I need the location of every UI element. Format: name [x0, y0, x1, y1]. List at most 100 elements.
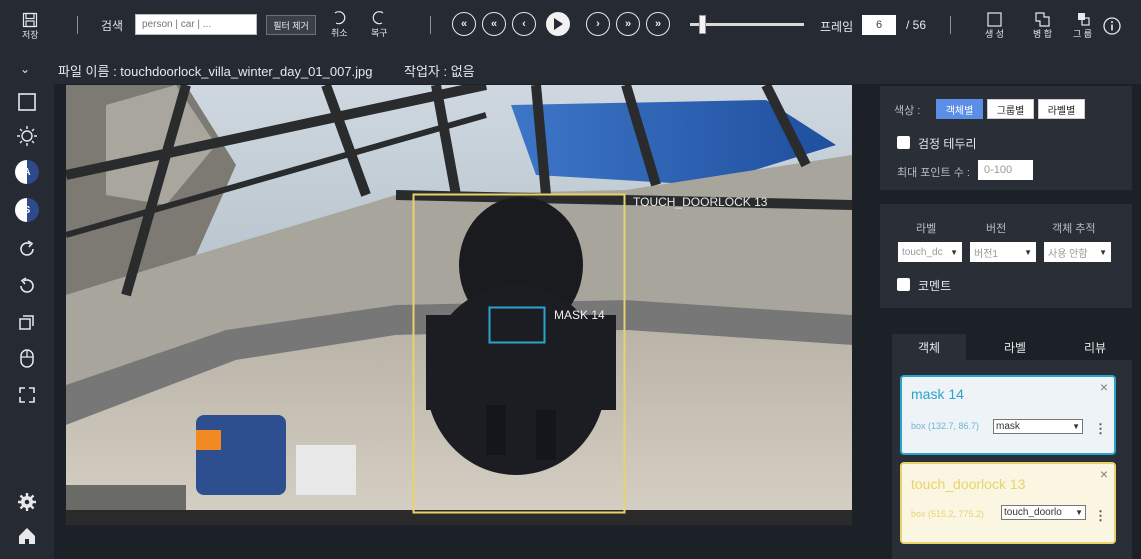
chevron-down-icon: ▼	[1024, 247, 1032, 257]
color-by-group-button[interactable]: 그룹별	[987, 99, 1034, 119]
frame-label: 프레임	[820, 20, 854, 34]
undo-button[interactable]: 취소	[331, 10, 348, 38]
group-button[interactable]: 그 룹	[1073, 12, 1092, 39]
copy-layers-icon	[19, 315, 34, 330]
label-header: 라벨	[916, 223, 937, 235]
home-button[interactable]	[15, 524, 39, 548]
display-settings-panel: 색상 : 객체별 그룹별 라벨별 검정 테두리 최대 포인트 수 : 0-100	[880, 86, 1132, 190]
rewind-double-icon: «	[460, 18, 468, 30]
redo-button[interactable]: 복구	[371, 10, 388, 38]
rotate-cw-button[interactable]	[15, 237, 39, 261]
search-input[interactable]	[135, 14, 257, 35]
play-icon	[554, 18, 563, 30]
fast-backward-icon: «	[490, 18, 498, 30]
next-10-frames-button[interactable]: »	[616, 12, 640, 36]
create-label: 생 성	[985, 29, 1005, 39]
frame-number-input[interactable]: 6	[862, 15, 896, 35]
left-toolbar: A S	[0, 84, 54, 559]
play-button[interactable]	[546, 12, 570, 36]
prev-frame-button[interactable]: ‹	[512, 12, 536, 36]
redo-label: 복구	[371, 28, 388, 38]
comment-checkbox[interactable]	[897, 278, 910, 291]
version-select[interactable]: 버전1 ▼	[970, 242, 1036, 262]
save-icon	[23, 12, 38, 28]
prev-10-frames-button[interactable]: «	[482, 12, 506, 36]
close-icon[interactable]: ×	[1100, 379, 1108, 395]
info-icon	[1103, 17, 1121, 35]
save-label: 저장	[22, 30, 39, 40]
merge-label: 병 합	[1033, 29, 1053, 39]
select-mode-label: S	[23, 204, 31, 216]
first-frame-button[interactable]: «	[452, 12, 476, 36]
mask-box-label: MASK 14	[554, 308, 605, 322]
object-box-coords: box (515.2, 775.2)	[911, 509, 985, 519]
tab-review[interactable]: 리뷰	[1058, 334, 1132, 360]
info-button[interactable]	[1103, 17, 1121, 40]
object-box-coords: box (132.7, 86.7)	[911, 421, 980, 431]
mouse-icon	[20, 349, 34, 368]
tab-labels[interactable]: 라벨	[978, 334, 1052, 360]
black-border-label: 검정 테두리	[918, 137, 977, 151]
close-icon[interactable]: ×	[1100, 466, 1108, 482]
divider	[77, 16, 78, 34]
tracking-select[interactable]: 사용 안함 ▼	[1044, 242, 1111, 262]
select-mode-button[interactable]: S	[15, 198, 39, 222]
fullscreen-button[interactable]	[15, 383, 39, 407]
next-frame-button[interactable]: ›	[586, 12, 610, 36]
annotation-overlay	[412, 193, 626, 514]
group-icon	[1078, 13, 1090, 26]
color-by-label-button[interactable]: 라벨별	[1038, 99, 1085, 119]
auto-mode-button[interactable]: A	[15, 160, 39, 184]
author: 작업자 : 없음	[404, 64, 475, 79]
right-panel: 색상 : 객체별 그룹별 라벨별 검정 테두리 최대 포인트 수 : 0-100…	[880, 84, 1141, 559]
gear-icon	[18, 493, 36, 511]
frame-slider-track[interactable]	[690, 23, 804, 26]
max-points-input[interactable]: 0-100	[978, 160, 1033, 180]
frame-slider-thumb[interactable]	[698, 15, 706, 34]
object-card-mask[interactable]: mask 14 × box (132.7, 86.7) mask ▼ ⋮	[900, 375, 1116, 455]
object-card-touch-doorlock[interactable]: touch_doorlock 13 × box (515.2, 775.2) t…	[900, 462, 1116, 544]
create-button[interactable]: 생 성	[985, 12, 1004, 39]
chevron-down-icon[interactable]: ⌄	[20, 62, 30, 76]
rotate-ccw-icon	[20, 277, 34, 293]
tracking-header: 객체 추적	[1052, 223, 1096, 235]
object-title: touch_doorlock 13	[911, 476, 1026, 492]
tracking-select-value: 사용 안함	[1048, 248, 1088, 260]
chevron-down-icon: ▼	[1075, 508, 1083, 517]
fast-forward-icon: »	[624, 18, 632, 30]
black-border-checkbox[interactable]	[897, 136, 910, 149]
redo-icon	[372, 11, 384, 25]
group-label: 그 룹	[1073, 29, 1093, 39]
object-label-select[interactable]: mask ▼	[993, 419, 1083, 434]
frame-total: / 56	[906, 18, 927, 32]
more-vertical-icon[interactable]: ⋮	[1094, 508, 1107, 524]
last-frame-button[interactable]: »	[646, 12, 670, 36]
forward-double-icon: »	[654, 18, 662, 30]
merge-button[interactable]: 병 합	[1033, 12, 1052, 39]
version-header: 버전	[986, 223, 1007, 235]
filter-reset-button[interactable]: 필터 제거	[266, 15, 316, 35]
box-tool-icon	[18, 93, 36, 111]
file-info-bar: ⌄ 파일 이름 : touchdoorlock_villa_winter_day…	[0, 52, 1141, 84]
comment-label: 코멘트	[918, 279, 952, 293]
tab-objects[interactable]: 객체	[892, 334, 966, 360]
box-tool-button[interactable]	[15, 90, 39, 114]
brightness-tool-button[interactable]	[15, 124, 39, 148]
brightness-icon	[17, 126, 37, 146]
settings-button[interactable]	[15, 490, 39, 514]
image-canvas[interactable]: TOUCH_DOORLOCK 13 MASK 14	[66, 85, 852, 525]
touch-doorlock-box[interactable]	[412, 193, 626, 514]
object-label-select[interactable]: touch_doorlo ▼	[1001, 505, 1086, 520]
undo-icon	[334, 11, 346, 25]
mask-box[interactable]	[488, 306, 546, 344]
label-select[interactable]: touch_dc ▼	[898, 242, 962, 262]
mouse-mode-button[interactable]	[15, 346, 39, 370]
canvas-footer	[54, 525, 864, 559]
label-select-value: touch_dc	[902, 246, 943, 258]
rotate-ccw-button[interactable]	[15, 274, 39, 298]
chevron-right-icon: ›	[596, 18, 600, 30]
more-vertical-icon[interactable]: ⋮	[1094, 421, 1107, 437]
copy-button[interactable]	[15, 310, 39, 334]
color-by-object-button[interactable]: 객체별	[936, 99, 983, 119]
save-button[interactable]: 저장	[22, 12, 39, 40]
